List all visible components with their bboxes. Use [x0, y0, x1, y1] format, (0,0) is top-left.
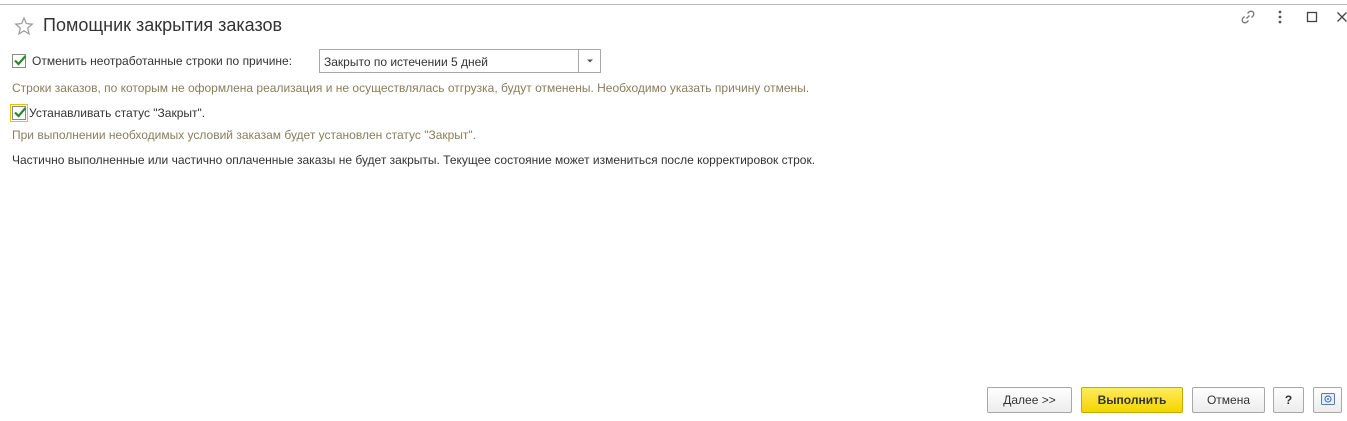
more-icon[interactable] — [1269, 6, 1291, 28]
next-button[interactable]: Далее >> — [987, 387, 1072, 413]
set-closed-hint: При выполнении необходимых условий заказ… — [12, 128, 477, 142]
link-icon[interactable] — [1237, 6, 1259, 28]
cancel-rows-label: Отменить неотработанные строки по причин… — [32, 53, 293, 68]
set-closed-checkbox[interactable] — [10, 103, 28, 122]
set-closed-option: Устанавливать статус "Закрыт". — [10, 103, 206, 122]
checkmark-icon — [14, 55, 27, 66]
window-title: Помощник закрытия заказов — [43, 15, 283, 35]
checkmark-icon — [14, 107, 27, 118]
cancel-rows-checkbox[interactable] — [12, 53, 27, 68]
settings-icon — [1320, 391, 1336, 410]
dropdown-arrow-icon[interactable] — [578, 50, 600, 72]
execute-button[interactable]: Выполнить — [1081, 387, 1183, 413]
title-bar: Помощник закрытия заказов — [0, 6, 1347, 44]
close-icon[interactable] — [1331, 6, 1347, 28]
help-button[interactable]: ? — [1273, 387, 1304, 413]
top-edge-strip — [0, 0, 1347, 5]
info-note: Частично выполненные или частично оплаче… — [12, 153, 816, 167]
cancel-rows-option: Отменить неотработанные строки по причин… — [12, 53, 292, 68]
cancel-button[interactable]: Отмена — [1192, 387, 1265, 413]
cancel-reason-value: Закрыто по истечении 5 дней — [324, 55, 488, 69]
star-icon[interactable] — [14, 16, 34, 36]
maximize-icon[interactable] — [1301, 6, 1323, 28]
set-closed-label: Устанавливать статус "Закрыт". — [29, 105, 206, 120]
settings-button[interactable] — [1313, 387, 1342, 413]
cancel-rows-hint: Строки заказов, по которым не оформлена … — [12, 81, 810, 95]
cancel-reason-select[interactable]: Закрыто по истечении 5 дней — [319, 49, 601, 73]
